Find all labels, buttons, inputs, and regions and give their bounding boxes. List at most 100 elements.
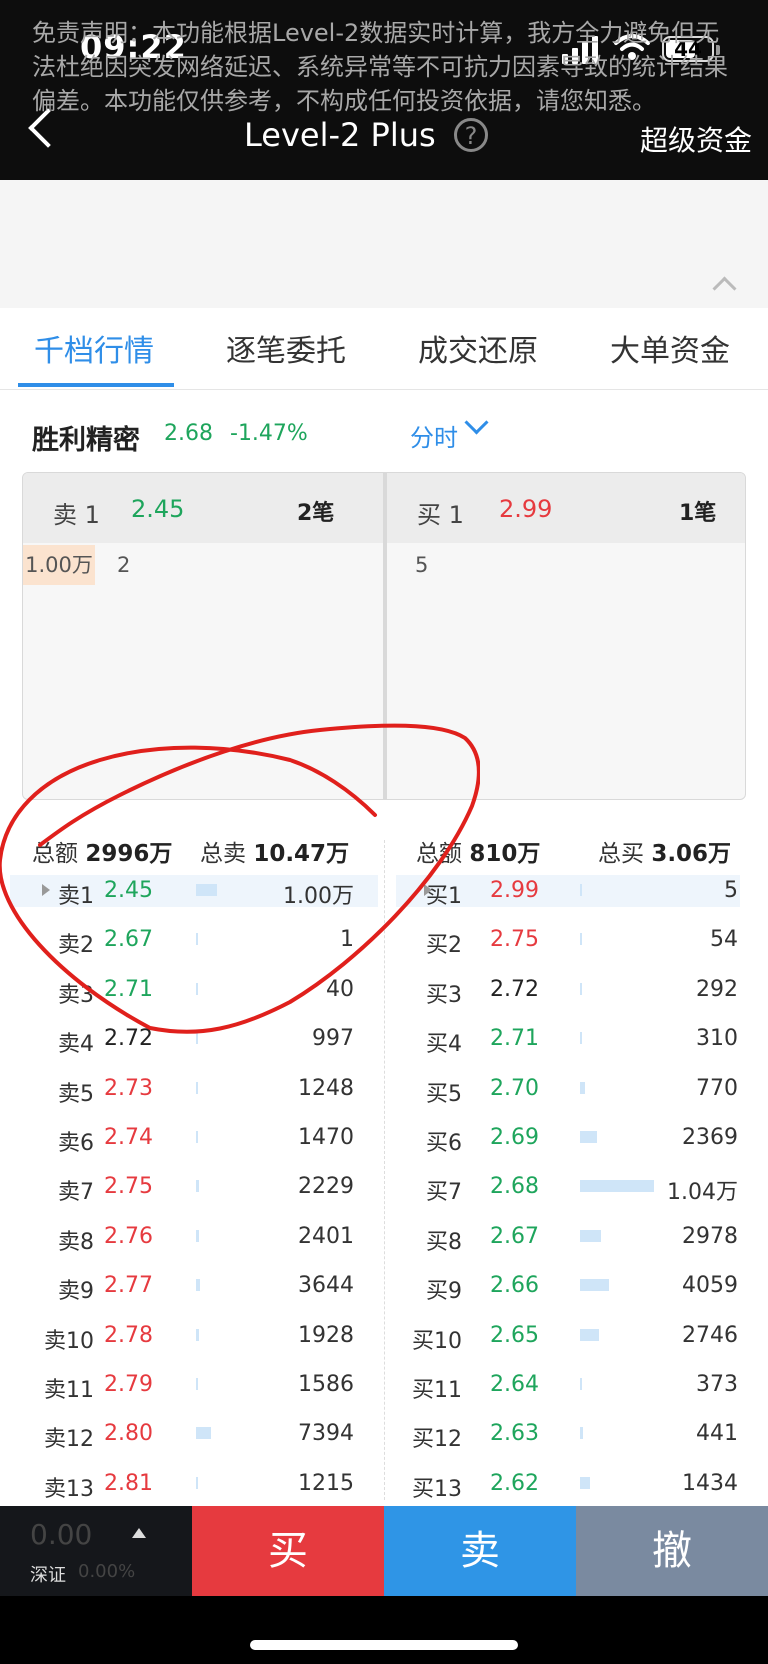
sell-level-volume-bar	[196, 1328, 199, 1341]
sell-level-label: 卖5	[58, 1081, 94, 1107]
buy-level-volume-bar	[580, 884, 582, 896]
disclaimer-panel	[0, 180, 768, 308]
sell-level-volume: 1586	[298, 1372, 354, 1397]
period-selector[interactable]: 分时	[410, 418, 458, 453]
sell-level-label: 卖7	[58, 1180, 94, 1206]
buy-level-price: 2.69	[490, 1125, 539, 1150]
sell-level-row[interactable]: 卖12 2.80 7394	[0, 1411, 384, 1455]
sell-level-row[interactable]: 卖8 2.76 2401	[0, 1214, 384, 1258]
buy-level-price: 2.70	[490, 1075, 539, 1101]
buy-button[interactable]: 买	[192, 1506, 384, 1596]
tab-big-order-funds[interactable]: 大单资金	[610, 326, 730, 370]
buy-level-volume-bar	[580, 1279, 609, 1292]
buy-level-label: 买6	[426, 1131, 462, 1156]
buy-level-row[interactable]: 买8 2.67 2978	[384, 1214, 768, 1258]
sell-level-label: 卖13	[44, 1476, 94, 1502]
sell-level-label: 卖12	[44, 1427, 94, 1453]
sell-level-volume: 2401	[298, 1223, 354, 1249]
sell-level-volume: 1215	[298, 1470, 354, 1496]
sell-level-row[interactable]: 卖6 2.74 1470	[0, 1115, 384, 1159]
buy-level-row[interactable]: 买12 2.63 441	[384, 1411, 768, 1455]
buy-level-volume: 1434	[682, 1470, 738, 1496]
buy-level-volume-bar	[580, 1032, 582, 1045]
buy-level-volume: 310	[696, 1026, 738, 1052]
buy-level-price: 2.67	[490, 1223, 539, 1249]
buy-level-price: 2.63	[490, 1421, 539, 1447]
buy-level-volume: 292	[696, 976, 738, 1002]
buy-queue-count: 1笔	[679, 501, 717, 526]
sell-level-row[interactable]: 卖7 2.75 2229	[0, 1164, 384, 1208]
home-indicator[interactable]	[250, 1640, 518, 1650]
tab-trade-replay[interactable]: 成交还原	[418, 326, 538, 370]
buy-level-volume: 1.04万	[667, 1180, 738, 1206]
super-fund-button[interactable]: 超级资金	[640, 119, 752, 159]
sell-level-row[interactable]: 卖11 2.79 1586	[0, 1362, 384, 1406]
buy-level-volume-bar	[580, 1081, 585, 1094]
sell-button[interactable]: 卖	[384, 1506, 576, 1596]
buy-level-row[interactable]: 买7 2.68 1.04万	[384, 1164, 768, 1208]
buy-level-volume: 2746	[682, 1322, 738, 1348]
sell-level-price: 2.81	[104, 1470, 153, 1496]
buy-level-row[interactable]: 买13 2.62 1434	[384, 1461, 768, 1505]
buy-level-row[interactable]: 买6 2.69 2369	[384, 1115, 768, 1159]
index-value: 0.00	[30, 1518, 93, 1551]
sell-level-label: 卖6	[58, 1131, 94, 1156]
sell-level-row[interactable]: 卖10 2.78 1928	[0, 1313, 384, 1357]
buy-level-price: 2.99	[490, 878, 539, 903]
sell-level-label: 卖11	[44, 1378, 94, 1403]
buy-level-row[interactable]: 买11 2.64 373	[384, 1362, 768, 1406]
sell-level-label: 卖10	[44, 1328, 94, 1354]
buy-queue-label: 买 1	[417, 501, 464, 529]
sell-level-row[interactable]: 卖9 2.77 3644	[0, 1263, 384, 1307]
index-name[interactable]: 深证	[30, 1561, 66, 1587]
stock-change: -1.47%	[230, 421, 308, 446]
buy-level-label: 买12	[412, 1427, 462, 1453]
buy-level-price: 2.71	[490, 1026, 539, 1052]
active-tab-indicator	[18, 383, 174, 387]
stock-price: 2.68	[164, 421, 213, 446]
tab-order-by-order[interactable]: 逐笔委托	[226, 326, 346, 370]
sell-level-price: 2.75	[104, 1174, 153, 1200]
sell-level-price: 2.80	[104, 1421, 153, 1447]
sell-level-volume-bar	[196, 1229, 199, 1242]
sell-level-volume-bar	[196, 1427, 211, 1440]
chevron-down-icon[interactable]	[464, 410, 489, 435]
sell-level-volume-bar	[196, 1180, 199, 1193]
sell-queue-order: 2	[117, 553, 131, 577]
buy-level-volume-bar	[580, 1131, 597, 1143]
sell-level-volume: 3644	[298, 1273, 354, 1299]
buy-level-label: 买7	[426, 1180, 462, 1206]
sell-level-volume: 1928	[298, 1322, 354, 1348]
buy-level-row[interactable]: 买10 2.65 2746	[384, 1313, 768, 1357]
buy-level-volume: 54	[710, 927, 738, 953]
buy-level-label: 买11	[412, 1378, 462, 1403]
buy-level-volume-bar	[580, 1476, 590, 1489]
buy-level-volume: 2978	[682, 1223, 738, 1249]
buy-level-price: 2.65	[490, 1322, 539, 1348]
buy-level-price: 2.72	[490, 976, 539, 1002]
buy-level-label: 买8	[426, 1229, 462, 1255]
buy-level-price: 2.66	[490, 1273, 539, 1299]
buy-level-volume: 770	[696, 1075, 738, 1101]
sell-queue-count: 2笔	[297, 501, 335, 526]
cancel-order-button[interactable]: 撤	[576, 1506, 768, 1596]
sell-level-volume-bar	[196, 1279, 200, 1292]
buy-level-row[interactable]: 买5 2.70 770	[384, 1066, 768, 1110]
sell-level-row[interactable]: 卖13 2.81 1215	[0, 1461, 384, 1505]
sell-level-volume-bar	[196, 1081, 198, 1094]
sell-level-volume-bar	[196, 1378, 198, 1390]
tab-divider	[0, 389, 768, 390]
sell-level-label: 卖9	[58, 1279, 94, 1305]
sell-level-volume-bar	[196, 1131, 198, 1143]
buy-level-price: 2.64	[490, 1372, 539, 1397]
buy-level-volume-bar	[580, 1427, 583, 1440]
sell-level-price: 2.78	[104, 1322, 153, 1348]
help-icon[interactable]: ?	[454, 118, 488, 152]
buy-level-row[interactable]: 买9 2.66 4059	[384, 1263, 768, 1307]
tab-depth-quotes[interactable]: 千档行情	[34, 326, 154, 370]
buy-total-volume: 总买 3.06万	[598, 834, 731, 868]
buy-level-price: 2.68	[490, 1174, 539, 1200]
buy-level-price: 2.75	[490, 927, 539, 953]
sell-level-row[interactable]: 卖5 2.73 1248	[0, 1066, 384, 1110]
home-indicator-area	[0, 1596, 768, 1664]
